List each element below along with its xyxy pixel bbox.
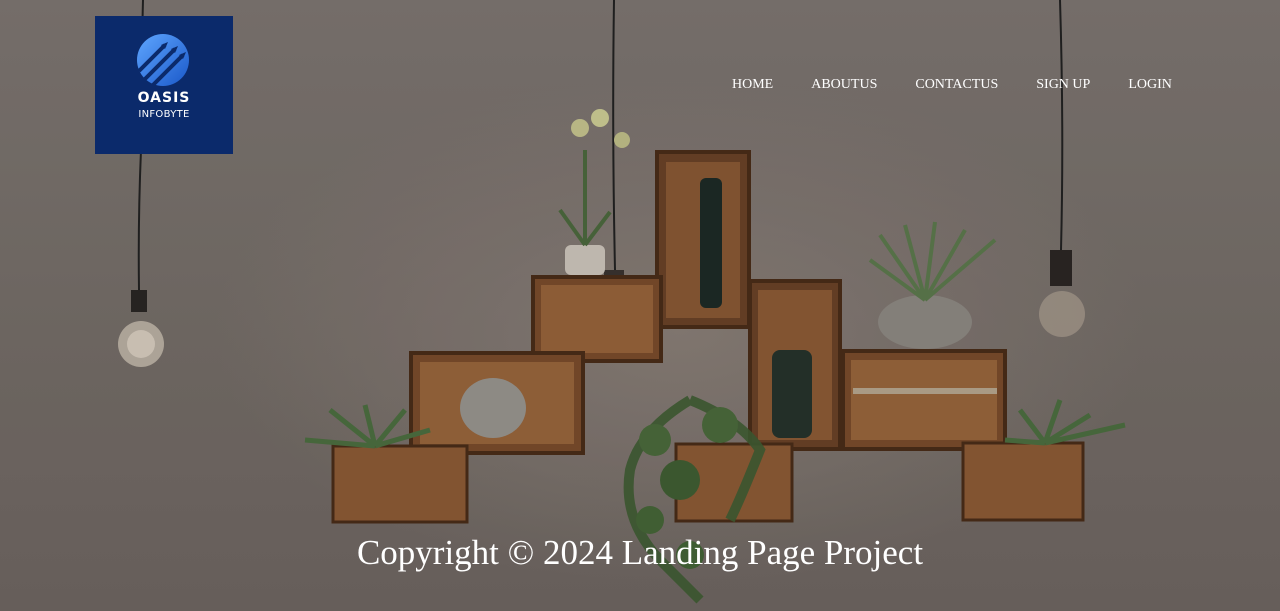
brand-logo[interactable]: OASIS INFOBYTE — [95, 16, 233, 154]
main-nav: HOME ABOUTUS CONTACTUS SIGN UP LOGIN — [732, 76, 1172, 96]
nav-aboutus-link[interactable]: ABOUTUS — [811, 76, 877, 96]
copyright-label: Copyright © 2024 Landing Page Project — [356, 533, 924, 572]
logo-title: OASIS — [137, 90, 191, 106]
copyright-text: Copyright © 2024 Landing Page Project — [0, 532, 1280, 574]
nav-login-link[interactable]: LOGIN — [1128, 76, 1172, 96]
nav-contactus-link[interactable]: CONTACTUS — [915, 76, 998, 96]
globe-arrows-icon — [137, 34, 189, 87]
logo-subtitle: INFOBYTE — [138, 109, 190, 120]
nav-home-link[interactable]: HOME — [732, 76, 773, 96]
nav-signup-link[interactable]: SIGN UP — [1036, 76, 1090, 96]
